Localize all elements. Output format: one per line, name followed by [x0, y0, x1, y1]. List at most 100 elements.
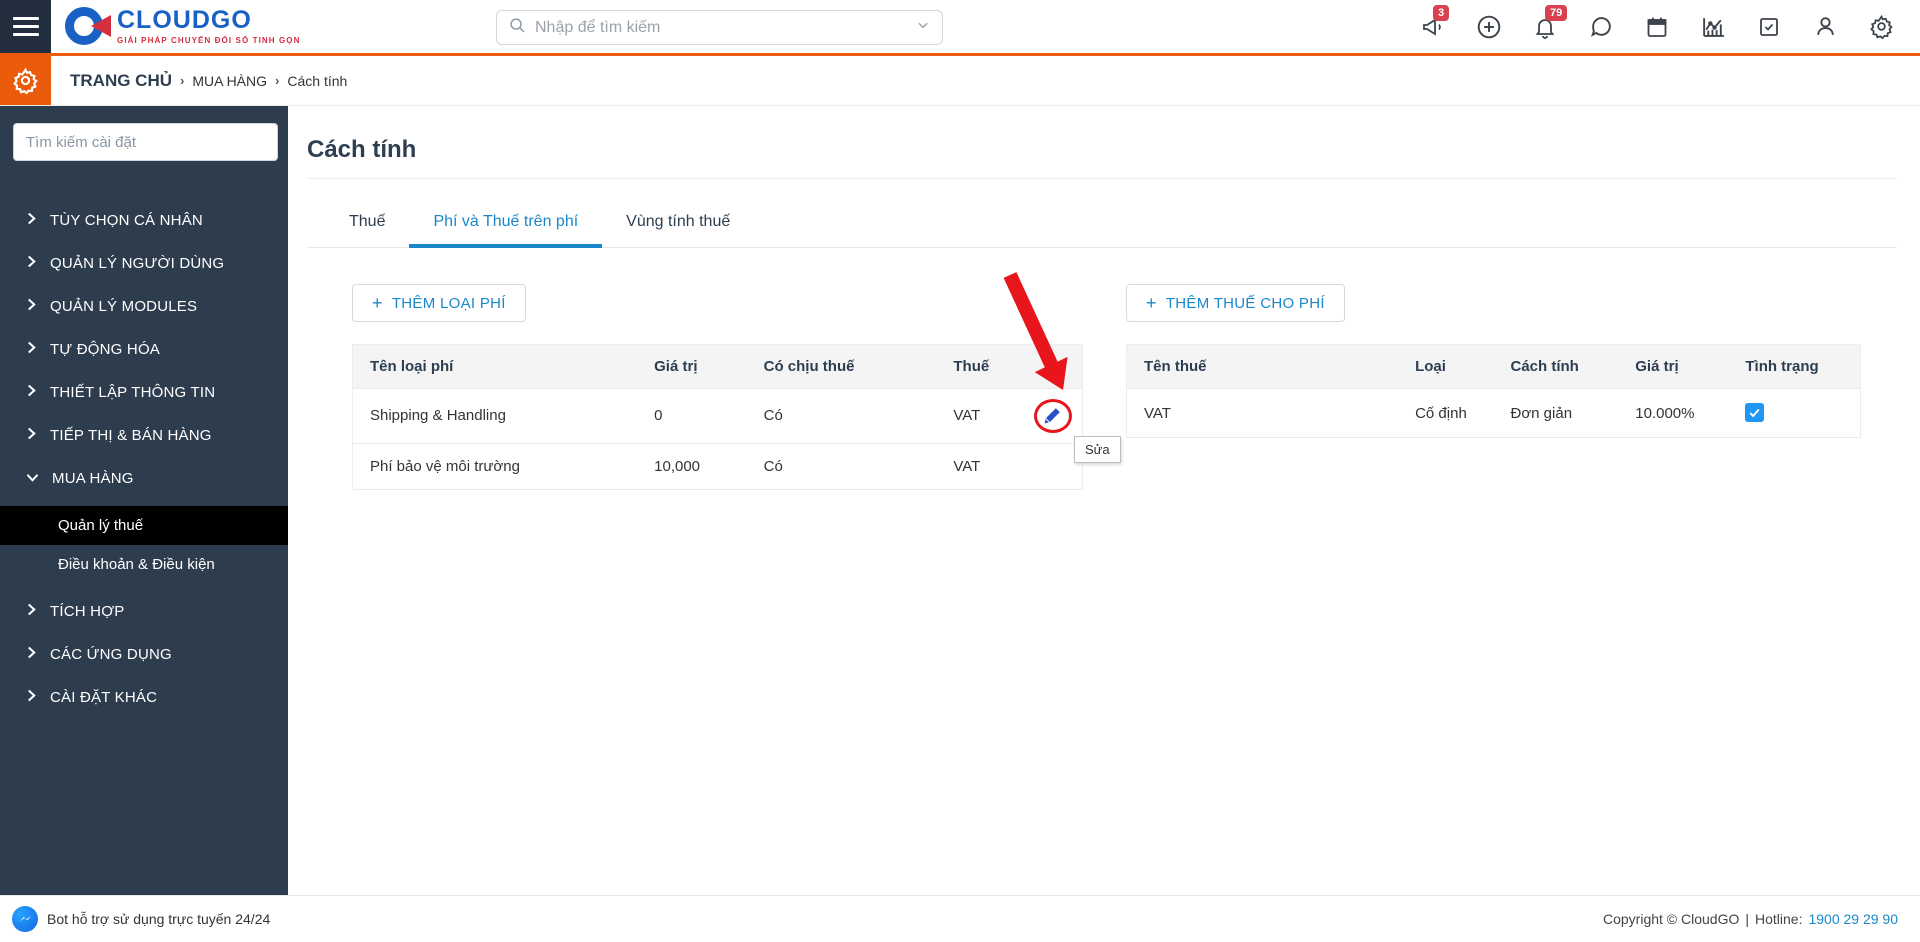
logo-tagline: GIẢI PHÁP CHUYỂN ĐỔI SỐ TINH GỌN: [117, 36, 301, 45]
hotline-number-link[interactable]: 1900 29 29 90: [1808, 911, 1898, 927]
fee-types-table: Tên loại phí Giá trị Có chịu thuế Thuế S…: [352, 344, 1083, 490]
quick-create-icon[interactable]: [1476, 14, 1502, 40]
fee-col-name: Tên loại phí: [352, 344, 638, 389]
chevron-right-icon: [26, 603, 37, 620]
chat-icon[interactable]: [1588, 14, 1614, 40]
copyright-text: Copyright © CloudGO: [1602, 911, 1740, 927]
fee-tax: VAT: [936, 388, 1024, 444]
chevron-right-icon: [26, 646, 37, 663]
breadcrumb-separator: ›: [275, 73, 280, 88]
chevron-down-icon[interactable]: [916, 18, 930, 37]
sidebar-item-cai-dat-khac[interactable]: CÀI ĐẶT KHÁC: [0, 676, 288, 719]
breadcrumb-home[interactable]: TRANG CHỦ: [70, 71, 172, 91]
sidebar-item-label: CÀI ĐẶT KHÁC: [50, 689, 158, 706]
fee-taxable: Có: [746, 443, 937, 490]
fee-col-value: Giá trị: [637, 344, 747, 389]
chevron-right-icon: [26, 341, 37, 358]
fee-value: 10,000: [637, 443, 747, 490]
sidebar-item-label: THIẾT LẬP THÔNG TIN: [50, 384, 216, 401]
sidebar-item-tuy-chon-ca-nhan[interactable]: TÙY CHỌN CÁ NHÂN: [0, 199, 288, 242]
edit-pencil-icon[interactable]: [1041, 403, 1065, 427]
topbar-icon-group: 3 79: [1420, 0, 1920, 53]
add-tax-for-fee-button[interactable]: + THÊM THUẾ CHO PHÍ: [1126, 284, 1345, 322]
global-search-input[interactable]: [535, 18, 907, 37]
chevron-right-icon: [26, 212, 37, 229]
breadcrumb-section[interactable]: MUA HÀNG: [192, 73, 267, 89]
sidebar-subitem-label: Quản lý thuế: [58, 517, 144, 534]
add-fee-type-button[interactable]: + THÊM LOẠI PHÍ: [352, 284, 526, 322]
sidebar-item-tu-dong-hoa[interactable]: TỰ ĐỘNG HÓA: [0, 328, 288, 371]
breadcrumb-separator: ›: [180, 73, 185, 88]
sidebar-item-label: QUẢN LÝ MODULES: [50, 298, 198, 315]
sidebar-item-thiet-lap-thong-tin[interactable]: THIẾT LẬP THÔNG TIN: [0, 371, 288, 414]
sidebar-item-quan-ly-nguoi-dung[interactable]: QUẢN LÝ NGƯỜI DÙNG: [0, 242, 288, 285]
tab-phi-va-thue-tren-phi[interactable]: Phí và Thuế trên phí: [409, 203, 603, 248]
support-bot-text: Bot hỗ trợ sử dụng trực tuyến 24/24: [47, 911, 271, 927]
chevron-down-icon: [26, 470, 39, 487]
sidebar-item-label: TÍCH HỢP: [50, 603, 125, 620]
tax-type: Cố định: [1398, 388, 1494, 438]
sidebar-subitem-dieu-khoan-dieu-kien[interactable]: Điều khoản & Điều kiện: [0, 545, 288, 584]
main-content: Cách tính Thuế Phí và Thuế trên phí Vùng…: [288, 106, 1920, 895]
footer-divider: |: [1745, 911, 1749, 927]
search-icon: [509, 17, 526, 39]
chevron-right-icon: [26, 384, 37, 401]
sidebar-item-quan-ly-modules[interactable]: QUẢN LÝ MODULES: [0, 285, 288, 328]
chevron-right-icon: [26, 427, 37, 444]
chevron-right-icon: [26, 255, 37, 272]
plus-icon: +: [372, 293, 383, 313]
sidebar-item-tich-hop[interactable]: TÍCH HỢP: [0, 590, 288, 633]
hamburger-menu-button[interactable]: [0, 0, 51, 53]
tax-method: Đơn giản: [1493, 388, 1619, 438]
breadcrumb: TRANG CHỦ › MUA HÀNG › Cách tính: [70, 56, 347, 105]
tax-value: 10.000%: [1618, 388, 1729, 438]
notifications-badge: 79: [1545, 4, 1568, 21]
messenger-icon[interactable]: [12, 906, 38, 932]
footer-bar: Bot hỗ trợ sử dụng trực tuyến 24/24 Copy…: [0, 895, 1920, 942]
add-tax-for-fee-label: THÊM THUẾ CHO PHÍ: [1165, 294, 1325, 312]
sidebar-item-label: TIẾP THỊ & BÁN HÀNG: [50, 427, 212, 444]
tax-col-name: Tên thuế: [1126, 344, 1399, 389]
fee-name: Shipping & Handling: [352, 388, 638, 444]
app-window: CLOUDGO GIẢI PHÁP CHUYỂN ĐỔI SỐ TINH GỌN…: [0, 0, 1920, 942]
calendar-icon[interactable]: [1644, 14, 1670, 40]
table-row: VAT Cố định Đơn giản 10.000%: [1126, 388, 1861, 438]
sidebar-subitem-quan-ly-thue[interactable]: Quản lý thuế: [0, 506, 288, 545]
notifications-bell-icon[interactable]: 79: [1532, 4, 1568, 40]
sidebar-item-label: CÁC ỨNG DỤNG: [50, 646, 172, 663]
cloudgo-logo[interactable]: CLOUDGO GIẢI PHÁP CHUYỂN ĐỔI SỐ TINH GỌN: [65, 0, 301, 53]
fee-tax: VAT: [936, 443, 1024, 490]
settings-module-icon[interactable]: [0, 56, 51, 105]
sidebar-search-input[interactable]: [13, 123, 278, 161]
fee-col-taxable: Có chịu thuế: [746, 344, 937, 389]
sidebar-item-label: QUẢN LÝ NGƯỜI DÙNG: [50, 255, 225, 272]
fee-name: Phí bảo vệ môi trường: [352, 443, 638, 490]
analytics-icon[interactable]: [1700, 14, 1726, 40]
tab-thue[interactable]: Thuế: [325, 203, 409, 247]
table-row: Shipping & Handling 0 Có VAT: [352, 388, 1083, 444]
announcements-icon[interactable]: 3: [1420, 4, 1450, 40]
sidebar-item-mua-hang[interactable]: MUA HÀNG: [0, 457, 288, 500]
global-search[interactable]: [496, 10, 943, 45]
settings-sidebar: TÙY CHỌN CÁ NHÂN QUẢN LÝ NGƯỜI DÙNG QUẢN…: [0, 106, 288, 895]
user-profile-icon[interactable]: [1812, 14, 1838, 40]
taxes-table: Tên thuế Loại Cách tính Giá trị Tình trạ…: [1126, 344, 1861, 438]
sidebar-item-cac-ung-dung[interactable]: CÁC ỨNG DỤNG: [0, 633, 288, 676]
chevron-right-icon: [26, 689, 37, 706]
sidebar-subitem-label: Điều khoản & Điều kiện: [58, 556, 215, 573]
sidebar-item-label: TỰ ĐỘNG HÓA: [50, 341, 161, 358]
breadcrumb-page: Cách tính: [287, 72, 348, 89]
chevron-right-icon: [26, 298, 37, 315]
tab-vung-tinh-thue[interactable]: Vùng tính thuế: [602, 203, 754, 247]
tax-col-status: Tình trạng: [1728, 344, 1861, 389]
tax-col-type: Loại: [1398, 344, 1494, 389]
cloudgo-logo-icon: [65, 5, 111, 49]
sidebar-item-label: TÙY CHỌN CÁ NHÂN: [50, 212, 203, 229]
tax-status-checkbox[interactable]: [1745, 403, 1765, 422]
settings-gear-icon[interactable]: [1868, 14, 1894, 40]
sidebar-item-tiep-thi-ban-hang[interactable]: TIẾP THỊ & BÁN HÀNG: [0, 414, 288, 457]
tax-col-value: Giá trị: [1618, 344, 1729, 389]
add-fee-type-label: THÊM LOẠI PHÍ: [391, 294, 506, 312]
tax-name: VAT: [1126, 388, 1399, 438]
tasks-icon[interactable]: [1756, 14, 1782, 40]
